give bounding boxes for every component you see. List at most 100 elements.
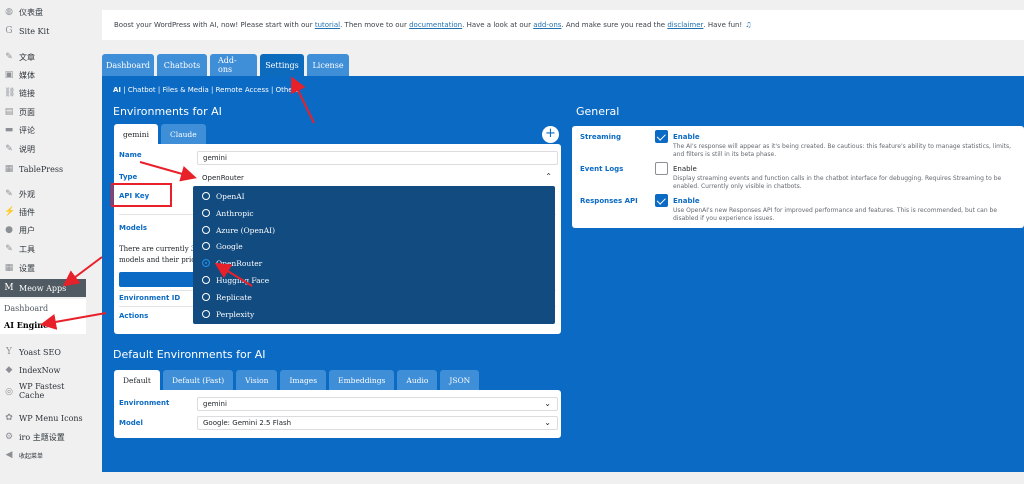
sidebar-item-tools[interactable]: ✎ 工具 bbox=[0, 240, 86, 258]
type-label: Type bbox=[119, 173, 138, 181]
responses-api-checkbox[interactable] bbox=[655, 194, 668, 207]
comment-icon: ▬ bbox=[4, 125, 14, 135]
radio-icon bbox=[202, 242, 210, 250]
def-tab-images[interactable]: Images bbox=[280, 370, 327, 390]
subnav-ai[interactable]: AI bbox=[113, 86, 121, 94]
streaming-description: The AI's response will appear as it's be… bbox=[673, 143, 1012, 158]
name-field[interactable]: gemini bbox=[197, 151, 558, 165]
tab-settings[interactable]: Settings bbox=[260, 54, 304, 76]
type-select[interactable]: OpenRouter ⌃ bbox=[197, 171, 558, 185]
pin-icon: ✎ bbox=[5, 52, 13, 62]
pin-icon: ✎ bbox=[5, 144, 13, 154]
radio-icon bbox=[202, 276, 210, 284]
sidebar-item-wp-fastest-cache[interactable]: ◎ WP Fastest Cache bbox=[0, 382, 86, 406]
sitekit-icon: G bbox=[5, 26, 13, 36]
streaming-label: Streaming bbox=[580, 133, 621, 141]
plugin-icon: ⚡ bbox=[4, 207, 16, 217]
sidebar-item-wp-menu-icons[interactable]: ✿ WP Menu Icons bbox=[0, 409, 86, 427]
tab-license[interactable]: License bbox=[307, 54, 349, 76]
indexnow-icon: ◆ bbox=[5, 365, 13, 375]
environment-label: Environment bbox=[119, 399, 170, 407]
streaming-checkbox[interactable] bbox=[655, 130, 668, 143]
sidebar-item-tablepress[interactable]: ▦ TablePress bbox=[0, 160, 86, 178]
option-perplexity[interactable]: Perplexity bbox=[202, 306, 254, 322]
yoast-icon: Y bbox=[6, 347, 12, 357]
tab-dashboard[interactable]: Dashboard bbox=[102, 54, 154, 76]
radio-icon bbox=[202, 192, 210, 200]
type-dropdown[interactable]: OpenAI Anthropic Azure (OpenAI) Google O… bbox=[193, 186, 555, 324]
sidebar-item-indexnow[interactable]: ◆ IndexNow bbox=[0, 361, 86, 379]
def-tab-embeddings[interactable]: Embeddings bbox=[329, 370, 395, 390]
sidebar-item-notes[interactable]: ✎ 说明 bbox=[0, 140, 86, 158]
event-logs-label: Event Logs bbox=[580, 165, 624, 173]
cache-icon: ◎ bbox=[5, 387, 13, 397]
sidebar-item-iro-theme[interactable]: ⚙ iro 主题设置 bbox=[0, 428, 86, 446]
radio-icon bbox=[202, 226, 210, 234]
sidebar-item-pages[interactable]: ▤ 页面 bbox=[0, 103, 86, 121]
option-replicate[interactable]: Replicate bbox=[202, 289, 252, 305]
def-tab-default[interactable]: Default bbox=[114, 370, 160, 390]
radio-selected-icon bbox=[202, 259, 210, 267]
option-hugging-face[interactable]: Hugging Face bbox=[202, 272, 269, 288]
radio-icon bbox=[202, 293, 210, 301]
collapse-icon: ◀ bbox=[5, 450, 13, 460]
sidebar-item-comments[interactable]: ▬ 评论 bbox=[0, 121, 86, 139]
option-google[interactable]: Google bbox=[202, 238, 243, 254]
tab-addons[interactable]: Add-ons bbox=[210, 54, 257, 76]
tutorial-link[interactable]: tutorial bbox=[315, 21, 340, 29]
model-label: Model bbox=[119, 419, 143, 427]
sidebar-item-appearance[interactable]: ✎ 外观 bbox=[0, 185, 86, 203]
submenu-ai-engine[interactable]: AI Engine bbox=[0, 316, 86, 334]
option-anthropic[interactable]: Anthropic bbox=[202, 205, 254, 221]
table-icon: ▦ bbox=[4, 164, 14, 174]
option-openrouter[interactable]: OpenRouter bbox=[202, 255, 262, 271]
media-icon: ▣ bbox=[4, 70, 14, 80]
sidebar-item-links[interactable]: ⛓ 链接 bbox=[0, 84, 86, 102]
welcome-notice: Boost your WordPress with AI, now! Pleas… bbox=[102, 10, 1024, 40]
option-openai[interactable]: OpenAI bbox=[202, 188, 245, 204]
environments-title: Environments for AI bbox=[113, 105, 222, 118]
sidebar-item-media[interactable]: ▣ 媒体 bbox=[0, 66, 86, 84]
event-logs-checkbox[interactable] bbox=[655, 162, 668, 175]
streaming-enable: Enable bbox=[673, 133, 700, 141]
sidebar-item-users[interactable]: ● 用户 bbox=[0, 221, 86, 239]
environment-select[interactable]: gemini ⌄ bbox=[197, 397, 558, 411]
documentation-link[interactable]: documentation bbox=[409, 21, 462, 29]
env-tab-gemini[interactable]: gemini bbox=[114, 124, 158, 144]
addons-link[interactable]: add-ons bbox=[533, 21, 561, 29]
dashboard-icon: ◍ bbox=[5, 7, 13, 17]
sidebar-item-plugins[interactable]: ⚡ 插件 bbox=[0, 203, 86, 221]
def-tab-vision[interactable]: Vision bbox=[236, 370, 278, 390]
add-environment-button[interactable]: + bbox=[542, 126, 559, 143]
tab-chatbots[interactable]: Chatbots bbox=[157, 54, 207, 76]
general-title: General bbox=[576, 105, 620, 118]
main-tabs: Dashboard Chatbots Add-ons Settings Lice… bbox=[102, 54, 352, 76]
def-tab-json[interactable]: JSON bbox=[440, 370, 480, 390]
sidebar-item-settings[interactable]: ▦ 设置 bbox=[0, 259, 86, 277]
refresh-models-button[interactable] bbox=[119, 272, 199, 287]
appearance-icon: ✎ bbox=[5, 189, 13, 199]
settings-icon: ▦ bbox=[4, 263, 14, 273]
responses-api-enable: Enable bbox=[673, 197, 700, 205]
chevron-up-icon: ⌃ bbox=[545, 172, 552, 181]
chevron-down-icon: ⌄ bbox=[544, 418, 551, 427]
environment-tabs: gemini Claude bbox=[114, 124, 209, 144]
sidebar-item-meow-apps[interactable]: M Meow Apps bbox=[0, 279, 86, 297]
env-tab-claude[interactable]: Claude bbox=[160, 124, 206, 144]
disclaimer-link[interactable]: disclaimer bbox=[667, 21, 703, 29]
def-tab-audio[interactable]: Audio bbox=[397, 370, 438, 390]
radio-icon bbox=[202, 209, 210, 217]
option-azure-openai[interactable]: Azure (OpenAI) bbox=[202, 222, 275, 238]
model-select[interactable]: Google: Gemini 2.5 Flash ⌄ bbox=[197, 416, 558, 430]
api-key-label: API Key bbox=[119, 192, 150, 200]
settings-subnav: AI | Chatbot | Files & Media | Remote Ac… bbox=[113, 86, 299, 94]
sidebar-item-yoast[interactable]: Y Yoast SEO bbox=[0, 343, 86, 361]
collapse-menu-button[interactable]: ◀ 收起菜单 bbox=[0, 446, 86, 464]
sidebar-item-posts[interactable]: ✎ 文章 bbox=[0, 48, 86, 66]
sidebar-item-sitekit[interactable]: G Site Kit bbox=[0, 22, 86, 40]
sidebar-item-dashboard[interactable]: ◍ 仪表盘 bbox=[0, 3, 86, 21]
submenu-dashboard[interactable]: Dashboard bbox=[0, 299, 86, 317]
subnav-links[interactable]: | Chatbot | Files & Media | Remote Acces… bbox=[121, 86, 299, 94]
def-tab-default-fast[interactable]: Default (Fast) bbox=[162, 370, 234, 390]
general-card: Streaming Enable The AI's response will … bbox=[572, 126, 1024, 228]
